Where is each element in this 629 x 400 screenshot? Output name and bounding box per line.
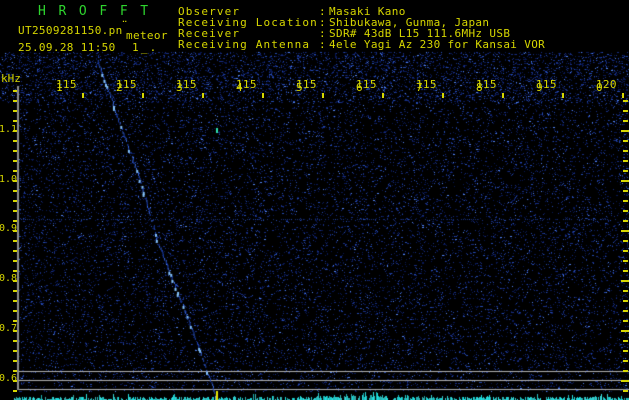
info-value: 4ele Yagi Az 230 for Kansai VOR [329, 38, 546, 51]
filename: UT2509281150.pn [18, 24, 123, 37]
info-row-antenna: Receiving Antenna : 4ele Yagi Az 230 for… [178, 38, 545, 51]
datetime-label: 25.09.28 11:50 [18, 41, 116, 54]
hrofft-screen: H R O F F T UT2509281150.pn ¨ meteor 25.… [0, 0, 629, 400]
info-colon: : [319, 38, 326, 51]
observation-info: Observer : Masaki Kano Receiving Locatio… [178, 3, 618, 53]
info-label: Receiving Antenna [178, 38, 311, 51]
info-row-location: Receiving Location : Shibukawa, Gunma, J… [178, 16, 489, 29]
y-axis-unit-label: kHz [1, 72, 21, 85]
spectrogram-canvas [0, 0, 629, 400]
echo-counter: 1_. [132, 41, 159, 54]
app-title: H R O F F T [38, 4, 151, 19]
info-row-observer: Observer : Masaki Kano [178, 5, 405, 18]
info-row-receiver: Receiver : SDR# 43dB L15 111.6MHz USB [178, 27, 510, 40]
